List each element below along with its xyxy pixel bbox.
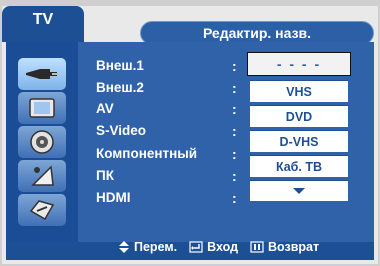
name-option-dvd[interactable]: DVD [250, 105, 348, 127]
source-item-av[interactable]: AV [96, 101, 114, 116]
separator: : [232, 168, 237, 184]
separator: : [232, 146, 237, 162]
enter-icon [189, 241, 203, 253]
name-option-dvhs[interactable]: D-VHS [250, 130, 348, 152]
hint-enter-label: Вход [207, 240, 239, 254]
picture-icon[interactable] [18, 92, 66, 124]
source-item-component[interactable]: Компонентный [96, 146, 197, 161]
chevron-down-icon [293, 188, 305, 194]
hint-return: Возврат [250, 240, 319, 254]
footer-hints: Перем. Вход Возврат [118, 236, 319, 258]
menu-icon [250, 241, 264, 253]
hint-move: Перем. [118, 240, 177, 254]
source-item-pc[interactable]: ПК [96, 168, 114, 183]
channel-icon[interactable] [18, 160, 66, 192]
separator: : [232, 58, 237, 74]
separator: : [232, 190, 237, 206]
up-down-icon [119, 241, 129, 253]
separator: : [232, 101, 237, 117]
name-option-vhs[interactable]: VHS [250, 80, 348, 102]
tab-tv[interactable]: TV [2, 6, 84, 42]
hint-move-label: Перем. [134, 240, 178, 254]
scroll-down-button[interactable] [250, 180, 348, 201]
source-item-ext2[interactable]: Внеш.2 [96, 80, 144, 95]
sound-icon[interactable] [18, 126, 66, 158]
name-option-cable[interactable]: Каб. ТВ [250, 155, 348, 177]
source-item-ext1[interactable]: Внеш.1 [96, 58, 144, 73]
hint-enter: Вход [189, 240, 238, 254]
source-item-svideo[interactable]: S-Video [96, 123, 146, 138]
input-icon[interactable] [18, 58, 66, 90]
separator: : [232, 80, 237, 96]
setup-icon[interactable] [18, 194, 66, 226]
hint-return-label: Возврат [268, 240, 320, 254]
source-item-hdmi[interactable]: HDMI [96, 190, 131, 205]
tv-osd-screen: TV Редактир. назв. Внеш.1 Внеш.2 AV S-Vi… [0, 0, 380, 266]
tab-tv-label: TV [32, 11, 54, 28]
name-input[interactable]: - - - - [247, 52, 351, 76]
separator: : [232, 123, 237, 139]
